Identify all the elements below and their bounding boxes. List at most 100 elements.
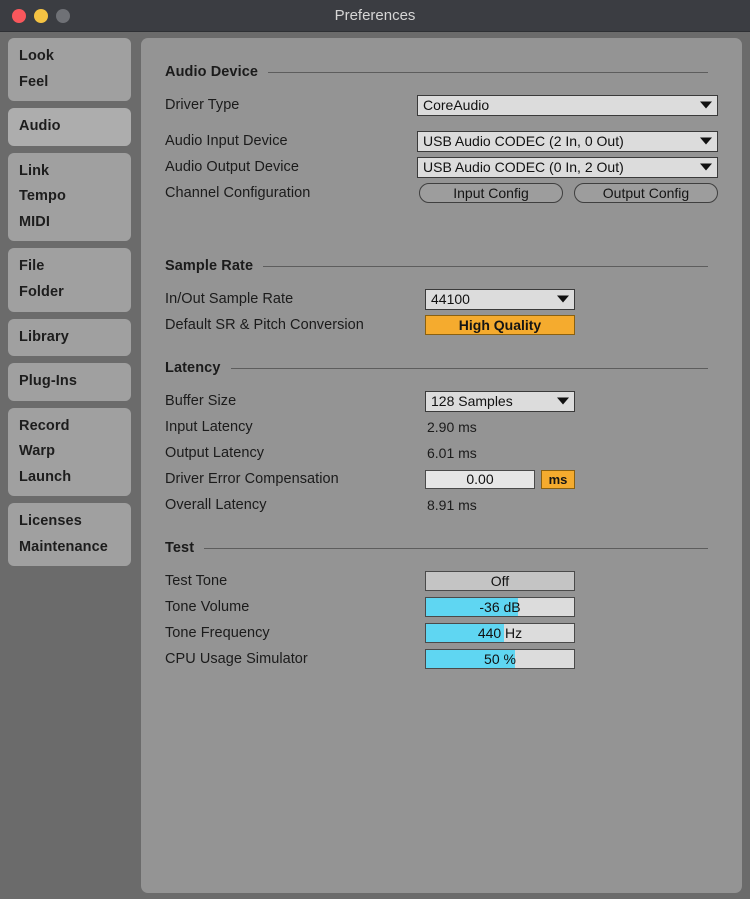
label-overall-latency: Overall Latency <box>165 497 267 513</box>
sidebar-item-file[interactable]: File <box>8 254 131 280</box>
sidebar-item-plug-ins[interactable]: Plug-Ins <box>8 369 131 395</box>
cpu-usage-simulator-slider[interactable]: 50 % <box>425 649 575 669</box>
in-out-sample-rate-select[interactable]: 44100 <box>425 288 575 310</box>
audio-input-device-value: USB Audio CODEC (2 In, 0 Out) <box>423 133 624 149</box>
label-input-latency: Input Latency <box>165 419 253 435</box>
sidebar-item-look[interactable]: Look <box>8 44 131 70</box>
window-body: Look Feel Audio Link Tempo MIDI File Fol… <box>0 32 750 899</box>
driver-type-value: CoreAudio <box>423 97 490 113</box>
sidebar-group-record-warp-launch: Record Warp Launch <box>8 407 131 497</box>
overall-latency-value: 8.91 ms <box>427 497 477 513</box>
sidebar-group-plugins: Plug-Ins <box>8 363 131 401</box>
audio-output-device-value: USB Audio CODEC (0 In, 2 Out) <box>423 159 624 175</box>
sidebar-item-record[interactable]: Record <box>8 414 131 440</box>
row-audio-output-device: Audio Output Device USB Audio CODEC (0 I… <box>165 154 718 180</box>
sidebar-item-midi[interactable]: MIDI <box>8 210 131 236</box>
chevron-down-icon <box>700 101 712 109</box>
row-driver-error-compensation: Driver Error Compensation 0.00 ms <box>165 466 718 492</box>
section-header-test: Test <box>165 540 708 558</box>
sidebar-item-warp[interactable]: Warp <box>8 439 131 465</box>
label-test-tone: Test Tone <box>165 573 228 589</box>
sidebar-group-link-tempo-midi: Link Tempo MIDI <box>8 152 131 242</box>
section-header-latency: Latency <box>165 360 708 378</box>
label-driver-error-compensation: Driver Error Compensation <box>165 471 339 487</box>
row-buffer-size: Buffer Size 128 Samples <box>165 388 718 414</box>
section-divider <box>230 367 708 369</box>
input-config-button[interactable]: Input Config <box>419 183 563 203</box>
section-title-test: Test <box>165 540 195 556</box>
section-title-sample-rate: Sample Rate <box>165 258 254 274</box>
row-test-tone: Test Tone Off <box>165 568 718 594</box>
driver-error-compensation-unit[interactable]: ms <box>541 469 575 489</box>
tone-frequency-slider[interactable]: 440 Hz <box>425 623 575 643</box>
label-audio-input-device: Audio Input Device <box>165 133 288 149</box>
buffer-size-select[interactable]: 128 Samples <box>425 390 575 412</box>
row-in-out-sample-rate: In/Out Sample Rate 44100 <box>165 286 718 312</box>
row-output-latency: Output Latency 6.01 ms <box>165 440 718 466</box>
sidebar-item-feel[interactable]: Feel <box>8 70 131 96</box>
row-driver-type: Driver Type CoreAudio <box>165 92 718 118</box>
label-default-sr-pitch-conversion: Default SR & Pitch Conversion <box>165 317 364 333</box>
in-out-sample-rate-value: 44100 <box>431 291 470 307</box>
buffer-size-value: 128 Samples <box>431 393 513 409</box>
tone-volume-slider[interactable]: -36 dB <box>425 597 575 617</box>
chevron-down-icon <box>700 137 712 145</box>
tone-frequency-value: 440 Hz <box>477 625 523 641</box>
sidebar-item-audio[interactable]: Audio <box>8 114 131 140</box>
section-divider <box>204 547 708 549</box>
window-title: Preferences <box>334 7 416 24</box>
chevron-down-icon <box>557 295 569 303</box>
label-tone-volume: Tone Volume <box>165 599 250 615</box>
sidebar-item-link[interactable]: Link <box>8 159 131 185</box>
sidebar-group-licenses-maintenance: Licenses Maintenance <box>8 503 131 567</box>
row-input-latency: Input Latency 2.90 ms <box>165 414 718 440</box>
row-default-sr-pitch-conversion: Default SR & Pitch Conversion High Quali… <box>165 312 718 338</box>
audio-output-device-select[interactable]: USB Audio CODEC (0 In, 2 Out) <box>417 156 718 178</box>
section-header-sample-rate: Sample Rate <box>165 258 708 276</box>
sidebar-group-library: Library <box>8 318 131 357</box>
driver-error-compensation-input[interactable]: 0.00 <box>425 469 535 489</box>
sidebar-group-audio: Audio <box>8 108 131 146</box>
section-header-audio-device: Audio Device <box>165 64 708 82</box>
minimize-window-button[interactable] <box>34 8 48 23</box>
test-tone-toggle[interactable]: Off <box>425 571 575 591</box>
audio-preferences-panel: Audio Device Driver Type CoreAudio Audio… <box>141 38 742 893</box>
output-config-button[interactable]: Output Config <box>574 183 718 203</box>
tone-volume-value: -36 dB <box>479 599 521 615</box>
row-channel-configuration: Channel Configuration Input Config Outpu… <box>165 180 718 206</box>
row-tone-frequency: Tone Frequency 440 Hz <box>165 620 718 646</box>
label-channel-configuration: Channel Configuration <box>165 185 311 201</box>
sidebar-item-licenses[interactable]: Licenses <box>8 509 131 535</box>
chevron-down-icon <box>700 163 712 171</box>
test-tone-value: Off <box>490 573 510 589</box>
row-overall-latency: Overall Latency 8.91 ms <box>165 492 718 518</box>
sidebar-group-look-feel: Look Feel <box>8 38 131 102</box>
row-cpu-usage-simulator: CPU Usage Simulator 50 % <box>165 646 718 672</box>
label-driver-type: Driver Type <box>165 97 240 113</box>
default-sr-pitch-conversion-toggle[interactable]: High Quality <box>425 315 575 335</box>
zoom-window-button[interactable] <box>56 8 70 23</box>
section-title-audio-device: Audio Device <box>165 64 259 80</box>
close-window-button[interactable] <box>12 8 26 23</box>
label-in-out-sample-rate: In/Out Sample Rate <box>165 291 294 307</box>
sidebar-item-maintenance[interactable]: Maintenance <box>8 535 131 561</box>
label-audio-output-device: Audio Output Device <box>165 159 299 175</box>
section-divider <box>263 265 708 267</box>
output-latency-value: 6.01 ms <box>427 445 477 461</box>
chevron-down-icon <box>557 397 569 405</box>
label-cpu-usage-simulator: CPU Usage Simulator <box>165 651 308 667</box>
section-divider <box>268 71 708 73</box>
driver-type-select[interactable]: CoreAudio <box>417 94 718 116</box>
section-title-latency: Latency <box>165 360 221 376</box>
sidebar-item-folder[interactable]: Folder <box>8 280 131 306</box>
window-titlebar: Preferences <box>0 0 750 32</box>
audio-input-device-select[interactable]: USB Audio CODEC (2 In, 0 Out) <box>417 130 718 152</box>
label-buffer-size: Buffer Size <box>165 393 237 409</box>
sidebar-item-library[interactable]: Library <box>8 325 131 351</box>
sidebar-item-launch[interactable]: Launch <box>8 465 131 491</box>
sidebar-group-file-folder: File Folder <box>8 248 131 312</box>
label-output-latency: Output Latency <box>165 445 265 461</box>
input-latency-value: 2.90 ms <box>427 419 477 435</box>
sidebar-item-tempo[interactable]: Tempo <box>8 184 131 210</box>
row-audio-input-device: Audio Input Device USB Audio CODEC (2 In… <box>165 128 718 154</box>
